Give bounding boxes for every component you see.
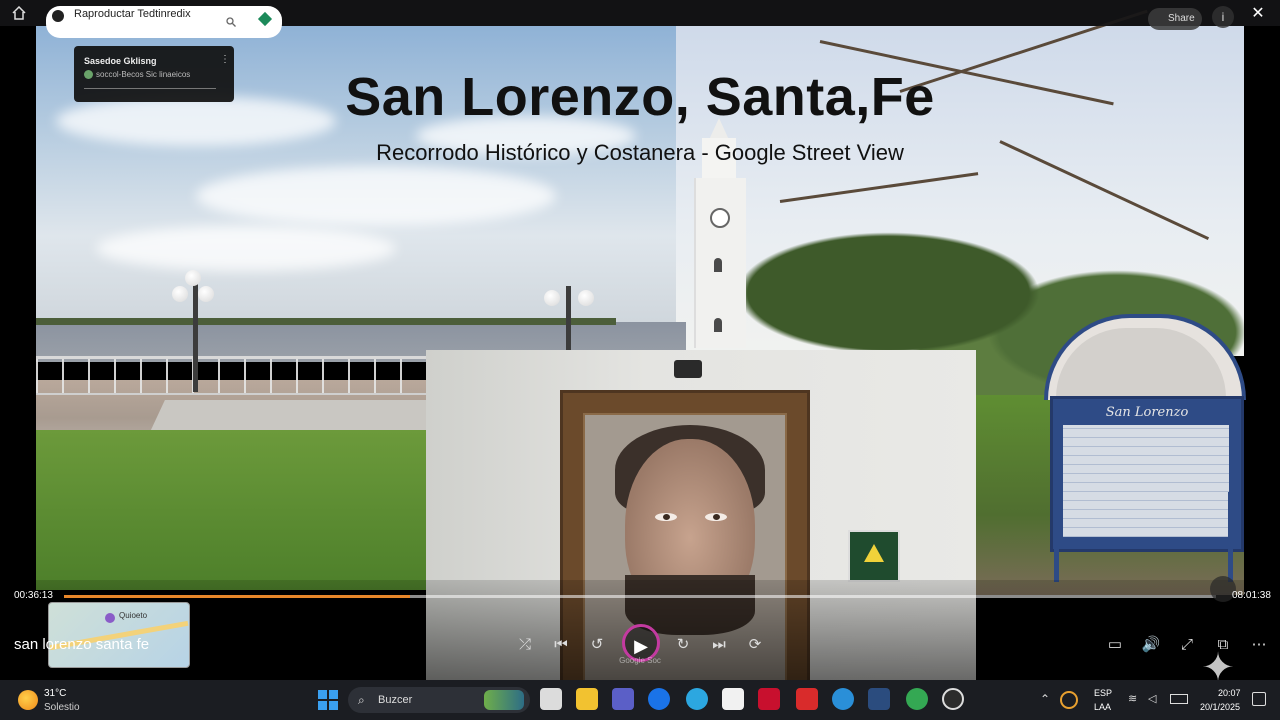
- mcafee-icon[interactable]: [758, 688, 780, 710]
- lamp-post: [566, 286, 571, 350]
- sync-icon[interactable]: [1060, 691, 1078, 709]
- lamp-post: [193, 282, 198, 392]
- windows-start-icon[interactable]: [318, 690, 338, 710]
- chrome-icon[interactable]: [906, 688, 928, 710]
- railing: [36, 356, 426, 395]
- time-total: 08:01:38: [1232, 590, 1271, 601]
- share-button[interactable]: Share: [1148, 8, 1202, 30]
- progress-fill: [64, 595, 410, 598]
- weather-icon[interactable]: [18, 690, 38, 710]
- clock-date[interactable]: 20/1/2025: [1200, 702, 1240, 712]
- home-icon[interactable]: [12, 5, 26, 20]
- terminal-icon[interactable]: [868, 688, 890, 710]
- taskbar-search-label: Buzcer: [378, 694, 413, 706]
- search-icon: ⌕: [358, 693, 365, 707]
- taskbar-search[interactable]: ⌕ Buzcer: [348, 687, 530, 713]
- clock-time[interactable]: 20:07: [1218, 688, 1241, 698]
- warning-icon: [864, 544, 884, 562]
- chevron-up-icon[interactable]: ⌃: [1040, 692, 1050, 706]
- search-query-label: san lorenzo santa fe: [14, 636, 150, 653]
- teams-icon[interactable]: [612, 688, 634, 710]
- rewind-icon[interactable]: ↺: [586, 634, 608, 656]
- wifi-icon[interactable]: ≋: [1128, 692, 1137, 705]
- media-player-icon[interactable]: [942, 688, 964, 710]
- far-shore: [36, 318, 616, 325]
- time-elapsed: 00:36:13: [14, 590, 53, 601]
- gem-icon[interactable]: [257, 11, 273, 27]
- search-icon[interactable]: [226, 14, 236, 27]
- grass-left: [36, 430, 426, 590]
- hp-icon[interactable]: [648, 688, 670, 710]
- electrical-panel: [848, 530, 900, 582]
- lamp-globe: [198, 286, 214, 302]
- sign-map: [1063, 425, 1229, 537]
- fullscreen-icon[interactable]: ⤢: [1176, 634, 1198, 656]
- video-subtitle: Recorrodo Histórico y Costanera - Google…: [376, 140, 904, 165]
- lamp-globe: [172, 286, 188, 302]
- channel-title: Sasedoe Gklisng: [84, 56, 157, 66]
- clock-face: [710, 208, 730, 228]
- previous-icon[interactable]: ⏮: [550, 634, 572, 656]
- taskbar: [0, 680, 1280, 720]
- lamp-globe: [544, 290, 560, 306]
- lamp-globe: [185, 270, 201, 286]
- street-view-watermark: Google Soc: [619, 656, 661, 665]
- next-icon[interactable]: ⏭: [708, 634, 730, 656]
- map-pin-icon: [105, 613, 115, 623]
- shuffle-icon[interactable]: ⤮: [514, 634, 536, 656]
- app-name: Raproductar Tedtinredix: [74, 8, 191, 20]
- app-logo-icon: [52, 10, 64, 22]
- miniplayer-icon[interactable]: ▭: [1104, 634, 1126, 656]
- app-search-pill[interactable]: Raproductar Tedtinredix: [46, 6, 282, 38]
- channel-subtitle: soccol-Becos Sic linaeicos: [96, 70, 191, 79]
- weather-temp: 31°C: [44, 688, 67, 699]
- task-view-icon[interactable]: [540, 688, 562, 710]
- weather-desc: Solestio: [44, 702, 80, 713]
- more-options-icon[interactable]: ⋮: [220, 54, 230, 65]
- keyboard-layout[interactable]: LAA: [1094, 702, 1111, 712]
- edge-dev-icon[interactable]: [686, 688, 708, 710]
- speaker-icon[interactable]: ◁: [1148, 692, 1156, 705]
- sign-title: San Lorenzo: [1105, 405, 1189, 420]
- file-explorer-icon[interactable]: [576, 688, 598, 710]
- volume-icon[interactable]: 🔊: [1140, 634, 1162, 656]
- more-icon[interactable]: ⋯: [1248, 634, 1270, 656]
- lamp-globe: [578, 290, 594, 306]
- ote-icon[interactable]: [796, 688, 818, 710]
- search-highlight-image: [484, 690, 524, 710]
- store-icon[interactable]: [722, 688, 744, 710]
- channel-avatar: [84, 70, 93, 79]
- picture-light: [674, 360, 702, 378]
- channel-card[interactable]: Sasedoe Gklisng soccol-Becos Sic linaeic…: [74, 46, 234, 102]
- battery-icon[interactable]: [1170, 694, 1188, 704]
- close-button[interactable]: ✕: [1248, 4, 1268, 24]
- info-button[interactable]: i: [1212, 6, 1234, 28]
- progress-bar[interactable]: [64, 595, 1216, 598]
- language-code[interactable]: ESP: [1094, 688, 1112, 698]
- map-label: Quioeto: [119, 611, 148, 620]
- forward-icon[interactable]: ↻: [672, 634, 694, 656]
- edge-icon[interactable]: [832, 688, 854, 710]
- notifications-icon[interactable]: [1252, 692, 1266, 706]
- town-sign: San Lorenzo: [1044, 314, 1246, 584]
- share-label: Share: [1168, 13, 1195, 24]
- repeat-icon[interactable]: ⟳: [744, 634, 766, 656]
